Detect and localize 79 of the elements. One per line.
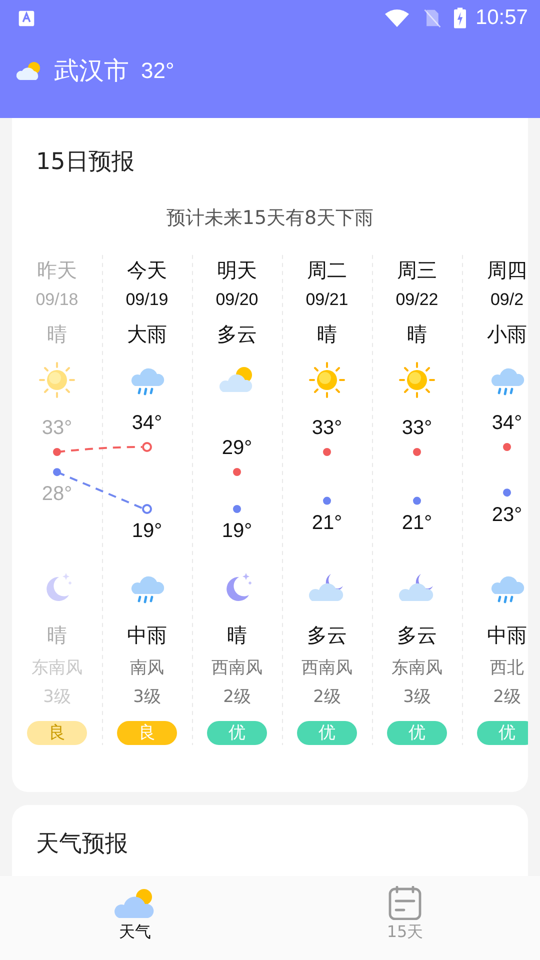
wind-direction: 西南风 bbox=[302, 657, 352, 680]
day-weather: 小雨 bbox=[487, 321, 527, 348]
day-date: 09/19 bbox=[126, 289, 168, 311]
day-weather: 晴 bbox=[407, 321, 427, 348]
battery-icon bbox=[454, 7, 466, 29]
night-weather: 多云 bbox=[307, 622, 347, 649]
wind-level: 2级 bbox=[493, 686, 521, 709]
high-temperature: 29° bbox=[220, 436, 254, 460]
cloud-sun-icon bbox=[14, 60, 42, 82]
notification-icon bbox=[18, 10, 35, 26]
day-name: 周四 bbox=[487, 257, 527, 284]
day-name: 明天 bbox=[217, 257, 257, 284]
air-quality-tag: 优 bbox=[477, 721, 528, 745]
wind-direction: 西北 bbox=[490, 657, 524, 680]
night-weather: 中雨 bbox=[127, 622, 167, 649]
air-quality-tag: 优 bbox=[297, 721, 357, 745]
low-temperature-dot bbox=[233, 505, 241, 513]
current-temperature: 32° bbox=[141, 58, 174, 84]
day-name: 昨天 bbox=[37, 257, 77, 284]
sun-icon bbox=[399, 362, 435, 398]
day-date: 09/21 bbox=[306, 289, 348, 311]
air-quality-tag: 良 bbox=[117, 721, 177, 745]
night-weather: 晴 bbox=[227, 622, 247, 649]
low-temperature: 19° bbox=[130, 519, 164, 543]
high-temperature: 33° bbox=[40, 416, 74, 440]
high-temperature-dot bbox=[323, 448, 331, 456]
day-date: 09/18 bbox=[36, 289, 78, 311]
high-temperature-dot bbox=[142, 442, 152, 452]
wind-direction: 西南风 bbox=[212, 657, 262, 680]
cloud-sun-icon bbox=[114, 886, 156, 920]
day-weather: 晴 bbox=[317, 321, 337, 348]
low-temperature-dot bbox=[323, 496, 331, 505]
forecast-summary: 预计未来15天有8天下雨 bbox=[165, 206, 375, 231]
sun-icon bbox=[309, 362, 345, 398]
wind-direction: 南风 bbox=[130, 657, 164, 680]
wind-level: 3级 bbox=[403, 686, 431, 709]
low-temperature: 21° bbox=[400, 510, 434, 535]
low-temperature: 21° bbox=[310, 510, 344, 535]
day-weather: 多云 bbox=[217, 321, 257, 348]
card-title: 天气预报 bbox=[35, 830, 129, 859]
high-temperature: 34° bbox=[130, 411, 164, 435]
low-temperature-dot bbox=[413, 496, 421, 505]
high-temperature-dot bbox=[413, 448, 421, 456]
nav-tab[interactable]: 天气 bbox=[0, 876, 270, 960]
wind-level: 3级 bbox=[133, 686, 161, 709]
air-quality-tag: 优 bbox=[387, 721, 447, 745]
night-weather: 多云 bbox=[397, 622, 437, 649]
low-temperature: 23° bbox=[490, 502, 524, 527]
wind-direction: 东南风 bbox=[392, 657, 442, 680]
day-date: 09/20 bbox=[216, 289, 258, 311]
air-quality-tag: 良 bbox=[27, 721, 87, 745]
high-temperature: 33° bbox=[310, 416, 344, 440]
day-date: 09/2 bbox=[490, 289, 524, 311]
day-weather: 大雨 bbox=[127, 321, 167, 348]
high-temperature-dot bbox=[233, 468, 241, 476]
high-temperature-dot bbox=[53, 448, 61, 456]
low-temperature: 28° bbox=[40, 482, 74, 506]
high-temperature: 33° bbox=[400, 416, 434, 440]
wind-level: 2级 bbox=[313, 686, 341, 709]
clock-time: 10:57 bbox=[475, 6, 528, 30]
night-weather: 中雨 bbox=[487, 622, 527, 649]
low-temperature-dot bbox=[503, 488, 511, 497]
low-temperature-dot bbox=[142, 504, 152, 514]
day-name: 今天 bbox=[127, 257, 167, 284]
day-date: 09/22 bbox=[396, 289, 438, 311]
high-temperature: 34° bbox=[490, 411, 524, 435]
low-temperature: 19° bbox=[220, 519, 254, 543]
day-name: 周二 bbox=[307, 257, 347, 284]
air-quality-tag: 优 bbox=[207, 721, 267, 745]
wind-level: 2级 bbox=[223, 686, 251, 709]
wifi-icon bbox=[384, 8, 410, 28]
card-title: 15日预报 bbox=[35, 148, 136, 177]
sun-icon bbox=[39, 362, 75, 398]
high-temperature-dot bbox=[503, 443, 511, 451]
city-name: 武汉市 bbox=[54, 55, 129, 87]
night-weather: 晴 bbox=[47, 622, 67, 649]
day-name: 周三 bbox=[397, 257, 437, 284]
day-weather: 晴 bbox=[47, 321, 67, 348]
low-temperature-dot bbox=[53, 468, 61, 476]
